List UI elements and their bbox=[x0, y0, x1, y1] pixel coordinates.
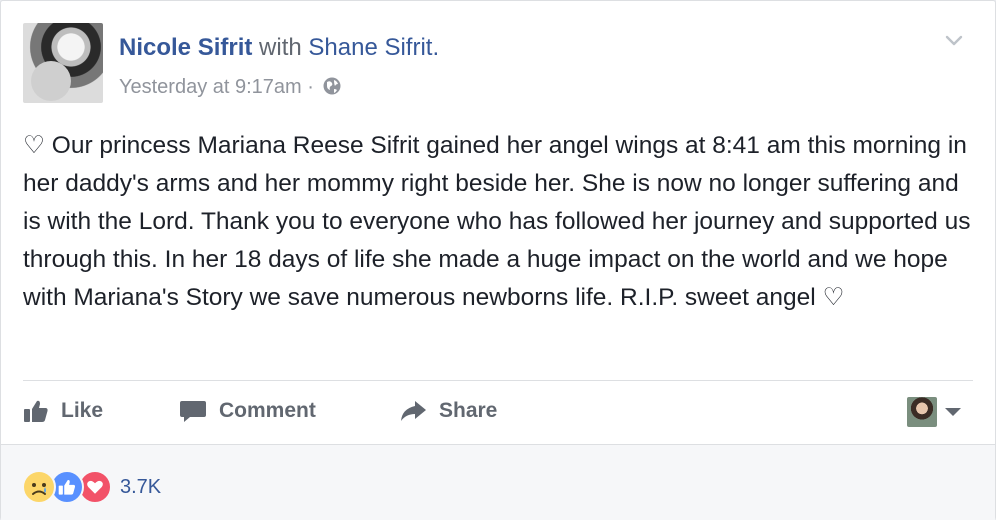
tagged-user-link[interactable]: Shane Sifrit. bbox=[308, 34, 439, 61]
reaction-count-link[interactable]: 3.7K bbox=[120, 476, 161, 499]
comment-icon bbox=[180, 401, 206, 422]
caret-down-icon bbox=[945, 408, 961, 416]
action-bar: Like Comment Share bbox=[23, 385, 973, 437]
comment-button[interactable]: Comment bbox=[179, 385, 316, 437]
share-button[interactable]: Share bbox=[399, 385, 497, 437]
author-avatar[interactable] bbox=[23, 23, 103, 103]
reactions-summary[interactable]: 3.7K bbox=[22, 470, 161, 504]
divider bbox=[23, 380, 973, 381]
viewer-avatar bbox=[907, 397, 937, 427]
globe-icon[interactable] bbox=[322, 76, 342, 102]
author-name-link[interactable]: Nicole Sifrit bbox=[119, 34, 252, 61]
share-arrow-icon bbox=[401, 401, 426, 421]
post-meta: Yesterday at 9:17am · bbox=[119, 75, 342, 102]
post-text: ♡ Our princess Mariana Reese Sifrit gain… bbox=[23, 132, 978, 311]
post-card: Nicole Sifrit with Shane Sifrit. Yesterd… bbox=[0, 0, 996, 520]
timestamp-link[interactable]: Yesterday at 9:17am bbox=[119, 76, 302, 98]
meta-separator: · bbox=[307, 76, 314, 98]
with-label: with bbox=[259, 34, 302, 61]
sad-reaction-icon bbox=[22, 470, 56, 504]
thumbs-up-icon bbox=[24, 400, 48, 422]
post-options-chevron-icon[interactable] bbox=[943, 29, 965, 51]
post-as-selector[interactable] bbox=[907, 397, 961, 427]
share-label: Share bbox=[439, 399, 498, 422]
post-header: Nicole Sifrit with Shane Sifrit. Yesterd… bbox=[23, 23, 973, 105]
like-label: Like bbox=[61, 399, 104, 422]
like-button[interactable]: Like bbox=[23, 385, 103, 437]
comment-label: Comment bbox=[219, 399, 316, 422]
reactions-footer: 3.7K bbox=[1, 444, 995, 520]
post-attribution: Nicole Sifrit with Shane Sifrit. bbox=[119, 33, 439, 63]
